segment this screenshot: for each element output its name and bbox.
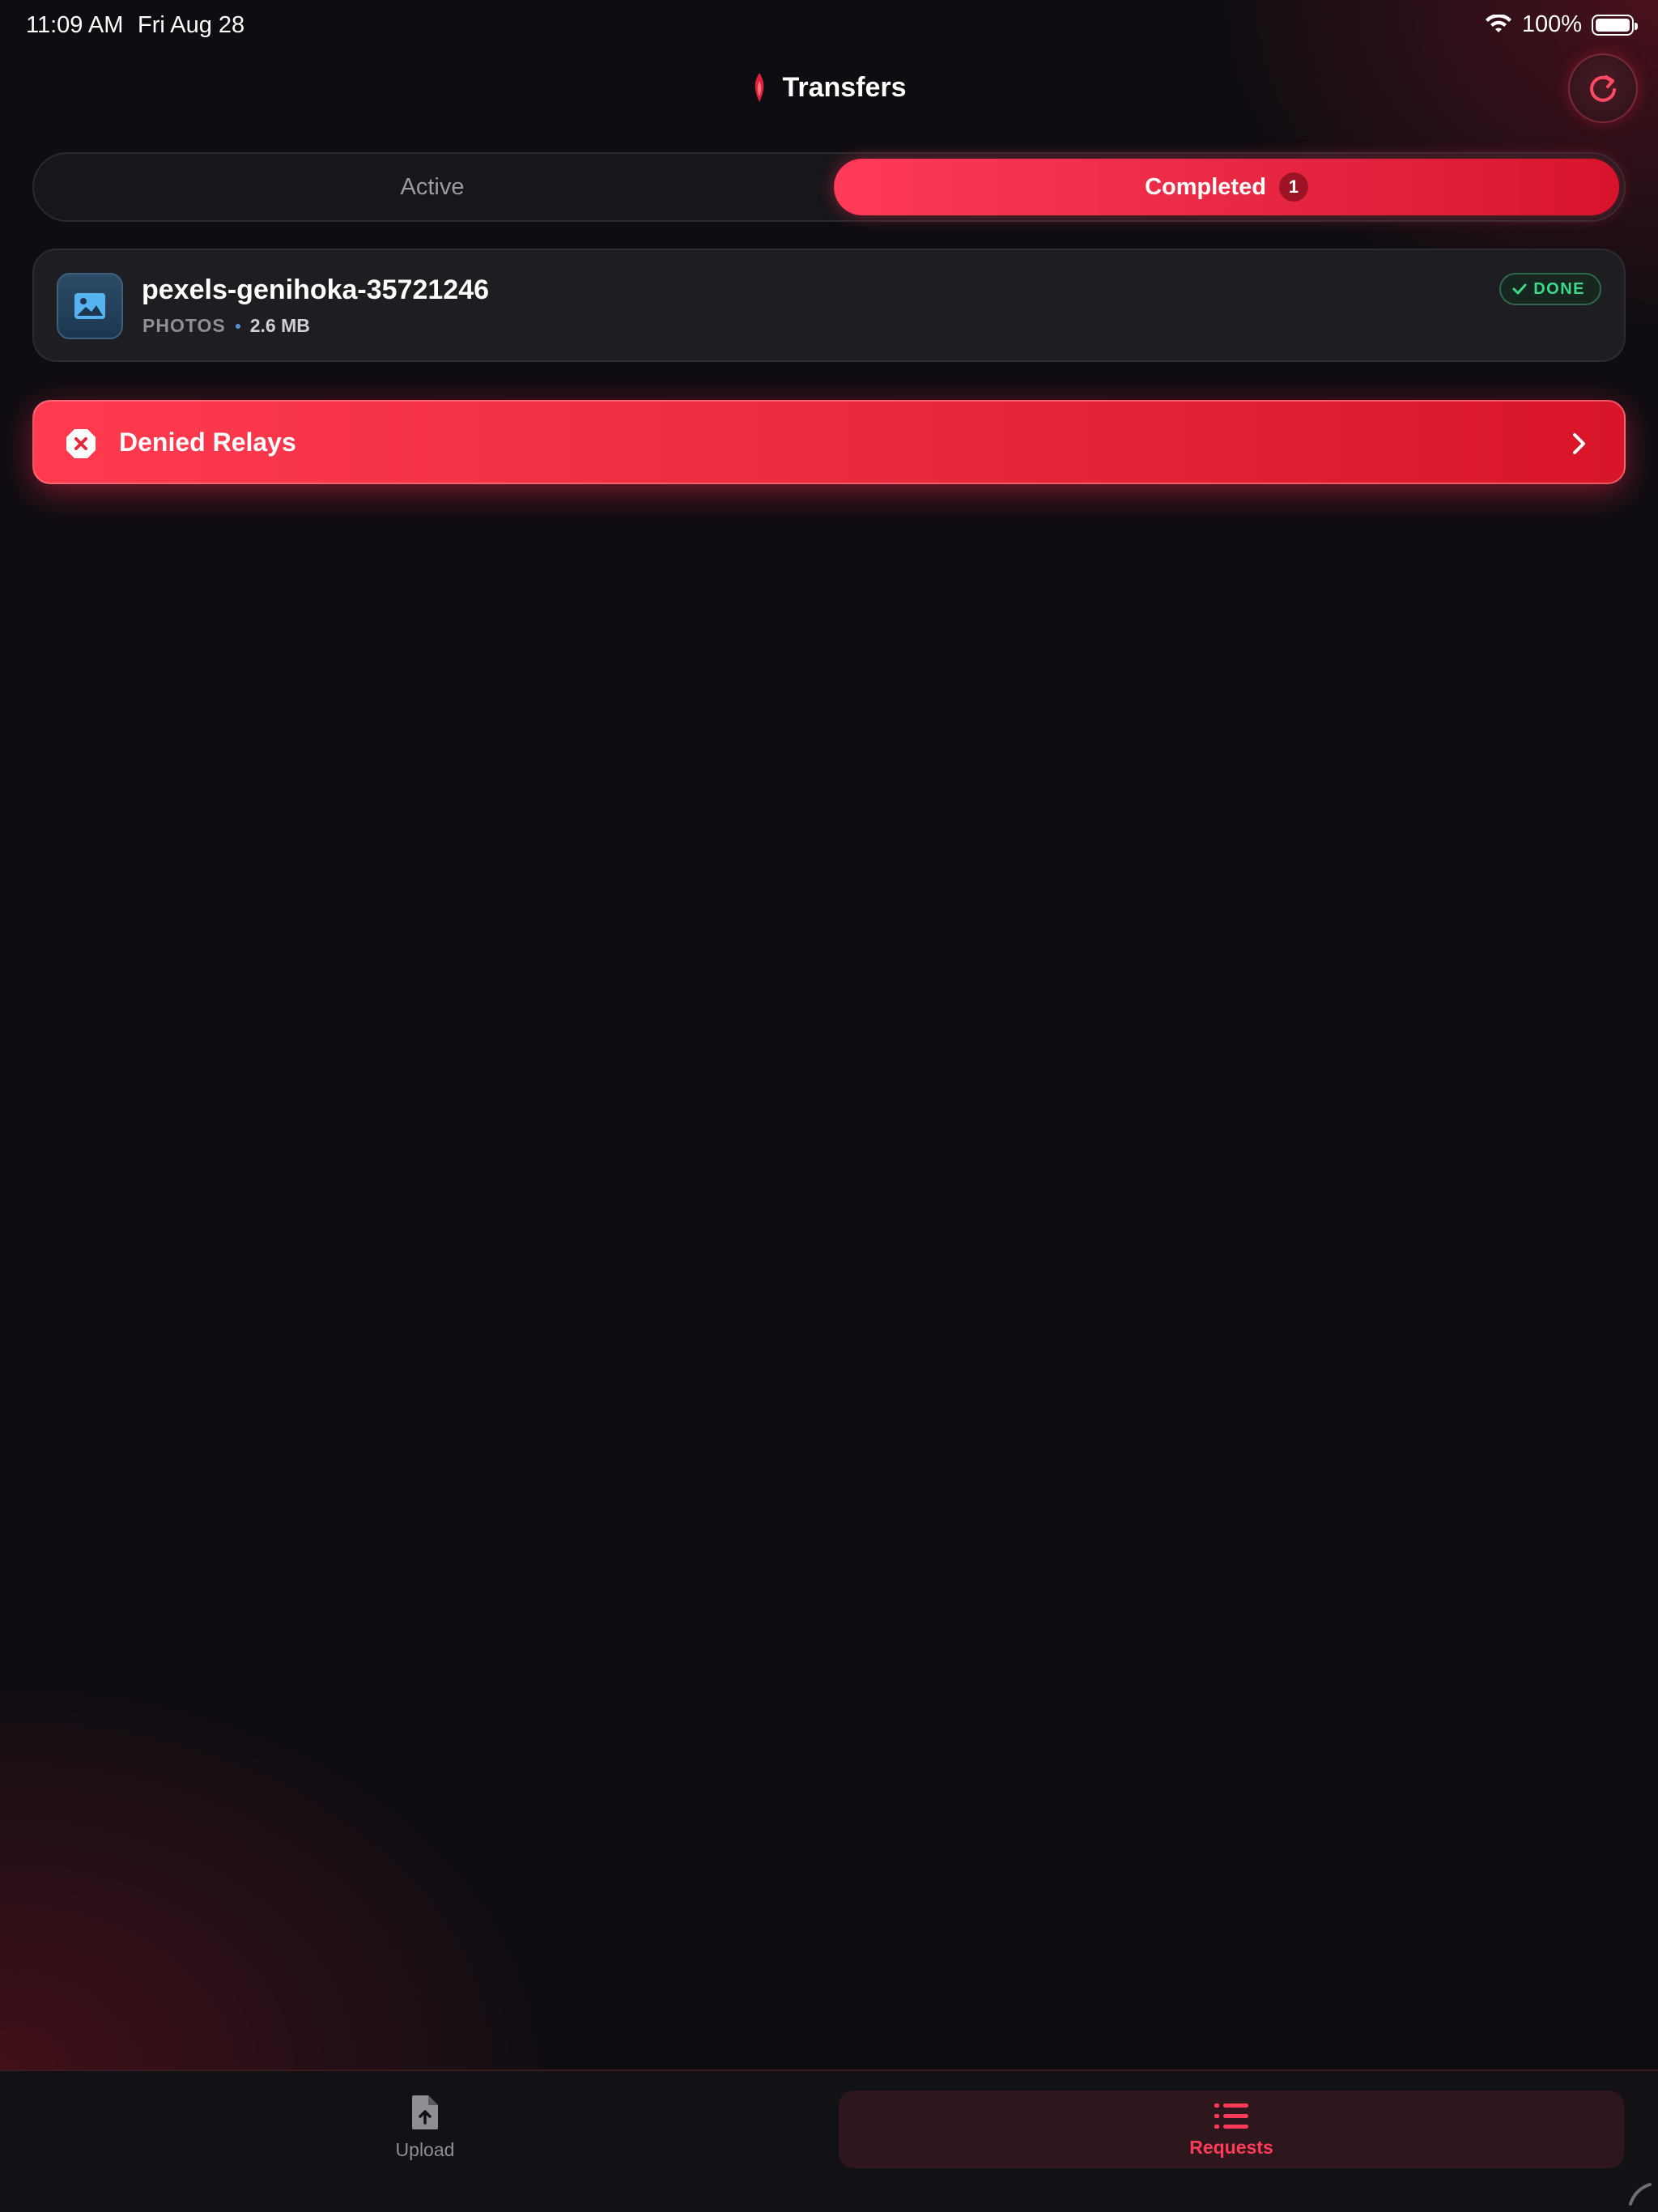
tab-upload-label: Upload	[395, 2139, 455, 2160]
wifi-icon	[1485, 14, 1511, 32]
tab-requests-label: Requests	[1189, 2136, 1273, 2158]
tab-completed-label: Completed	[1145, 173, 1266, 200]
tab-completed[interactable]: Completed 1	[834, 159, 1619, 215]
tab-active[interactable]: Active	[34, 154, 831, 220]
file-size: 2.6 MB	[249, 315, 310, 336]
page-title: Transfers	[782, 71, 907, 103]
denied-relays-button[interactable]: Denied Relays	[32, 400, 1626, 484]
status-badge: DONE	[1499, 273, 1601, 305]
header: Transfers	[0, 68, 1658, 107]
file-category: PHOTOS	[142, 315, 226, 336]
status-date: Fri Aug 28	[138, 12, 245, 38]
status-indicators: 100%	[1485, 11, 1638, 38]
battery-icon	[1592, 14, 1638, 36]
refresh-button[interactable]	[1568, 53, 1638, 123]
transfer-tabs: Active Completed 1	[32, 152, 1626, 222]
file-upload-icon	[412, 2095, 438, 2129]
refresh-icon	[1590, 75, 1616, 102]
resize-handle-icon	[1629, 2183, 1652, 2206]
tab-upload[interactable]: Upload	[364, 2094, 486, 2175]
file-name: pexels-genihoka-35721246	[142, 274, 490, 305]
status-bar: 11:09 AM Fri Aug 28 100%	[0, 0, 1658, 52]
transfers-screen: 11:09 AM Fri Aug 28 100% Transfers Activ…	[0, 0, 1658, 2212]
bottom-tab-bar: Upload Requests	[0, 2069, 1658, 2212]
transfer-card[interactable]: pexels-genihoka-35721246 PHOTOS 2.6 MB D…	[32, 249, 1626, 362]
tab-requests[interactable]: Requests	[839, 2091, 1624, 2168]
battery-percent: 100%	[1521, 11, 1582, 37]
file-meta: PHOTOS 2.6 MB	[142, 315, 310, 337]
completed-count-badge: 1	[1278, 172, 1308, 202]
list-icon	[1214, 2103, 1248, 2129]
denied-relays-label: Denied Relays	[119, 428, 296, 457]
battery-level	[1596, 18, 1630, 32]
flame-icon	[755, 73, 764, 102]
file-type-icon-box	[57, 273, 123, 339]
status-time: 11:09 AM	[26, 12, 124, 38]
image-icon	[74, 293, 105, 319]
x-octagon-icon	[66, 429, 96, 458]
meta-separator-dot	[235, 323, 240, 329]
status-badge-label: DONE	[1533, 279, 1585, 298]
checkmark-icon	[1512, 283, 1527, 295]
tab-active-label: Active	[400, 173, 465, 200]
chevron-right-icon	[1573, 433, 1585, 454]
